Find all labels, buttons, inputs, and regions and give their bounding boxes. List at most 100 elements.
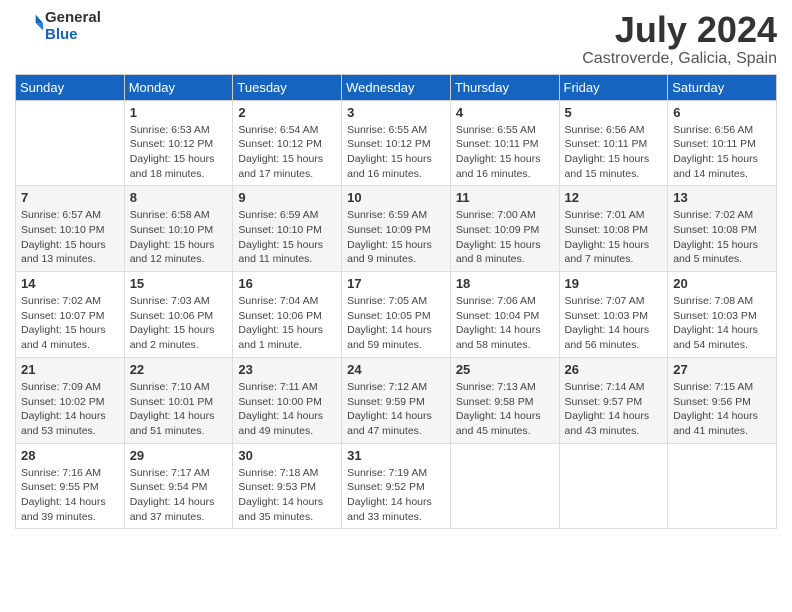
calendar-table: SundayMondayTuesdayWednesdayThursdayFrid… [15,74,777,530]
header-friday: Friday [559,74,668,100]
header-wednesday: Wednesday [342,74,451,100]
calendar-cell: 16 Sunrise: 7:04 AM Sunset: 10:06 PM Dayl… [233,272,342,358]
calendar-cell: 31Sunrise: 7:19 AM Sunset: 9:52 PM Dayli… [342,443,451,529]
day-info: Sunrise: 7:01 AM Sunset: 10:08 PM Daylig… [565,208,663,267]
calendar-row: 21 Sunrise: 7:09 AM Sunset: 10:02 PM Dayl… [16,357,777,443]
calendar-header-row: SundayMondayTuesdayWednesdayThursdayFrid… [16,74,777,100]
title-block: July 2024 Castroverde, Galicia, Spain [582,10,777,68]
page-header: General Blue July 2024 Castroverde, Gali… [15,10,777,68]
calendar-row: 14Sunrise: 7:02 AM Sunset: 10:07 PM Dayl… [16,272,777,358]
calendar-cell [668,443,777,529]
calendar-cell: 28 Sunrise: 7:16 AM Sunset: 9:55 PM Dayli… [16,443,125,529]
day-number: 20 [673,276,771,291]
header-saturday: Saturday [668,74,777,100]
day-number: 6 [673,105,771,120]
day-info: Sunrise: 6:59 AM Sunset: 10:10 PM Daylig… [238,208,336,267]
header-thursday: Thursday [450,74,559,100]
calendar-cell: 11Sunrise: 7:00 AM Sunset: 10:09 PM Dayl… [450,186,559,272]
day-number: 22 [130,362,228,377]
day-number: 10 [347,190,445,205]
day-number: 26 [565,362,663,377]
day-info: Sunrise: 6:53 AM Sunset: 10:12 PM Daylig… [130,123,228,182]
calendar-cell: 26Sunrise: 7:14 AM Sunset: 9:57 PM Dayli… [559,357,668,443]
day-number: 31 [347,448,445,463]
calendar-cell: 10Sunrise: 6:59 AM Sunset: 10:09 PM Dayl… [342,186,451,272]
header-monday: Monday [124,74,233,100]
calendar-cell: 20 Sunrise: 7:08 AM Sunset: 10:03 PM Dayl… [668,272,777,358]
calendar-cell: 23 Sunrise: 7:11 AM Sunset: 10:00 PM Dayl… [233,357,342,443]
calendar-cell: 22 Sunrise: 7:10 AM Sunset: 10:01 PM Dayl… [124,357,233,443]
day-info: Sunrise: 6:58 AM Sunset: 10:10 PM Daylig… [130,208,228,267]
logo-icon [17,10,45,38]
day-info: Sunrise: 7:09 AM Sunset: 10:02 PM Daylig… [21,380,119,439]
calendar-cell: 18 Sunrise: 7:06 AM Sunset: 10:04 PM Dayl… [450,272,559,358]
day-number: 1 [130,105,228,120]
calendar-cell: 17 Sunrise: 7:05 AM Sunset: 10:05 PM Dayl… [342,272,451,358]
calendar-row: 7Sunrise: 6:57 AM Sunset: 10:10 PM Dayli… [16,186,777,272]
day-info: Sunrise: 6:55 AM Sunset: 10:12 PM Daylig… [347,123,445,182]
day-number: 21 [21,362,119,377]
day-info: Sunrise: 7:13 AM Sunset: 9:58 PM Dayligh… [456,380,554,439]
day-info: Sunrise: 7:07 AM Sunset: 10:03 PM Daylig… [565,294,663,353]
calendar-cell: 5Sunrise: 6:56 AM Sunset: 10:11 PM Dayli… [559,100,668,186]
day-info: Sunrise: 6:55 AM Sunset: 10:11 PM Daylig… [456,123,554,182]
day-number: 27 [673,362,771,377]
header-sunday: Sunday [16,74,125,100]
day-info: Sunrise: 7:00 AM Sunset: 10:09 PM Daylig… [456,208,554,267]
day-number: 28 [21,448,119,463]
day-number: 14 [21,276,119,291]
calendar-subtitle: Castroverde, Galicia, Spain [582,50,777,68]
calendar-cell: 4 Sunrise: 6:55 AM Sunset: 10:11 PM Dayli… [450,100,559,186]
day-info: Sunrise: 7:18 AM Sunset: 9:53 PM Dayligh… [238,466,336,525]
day-info: Sunrise: 7:05 AM Sunset: 10:05 PM Daylig… [347,294,445,353]
day-info: Sunrise: 7:08 AM Sunset: 10:03 PM Daylig… [673,294,771,353]
calendar-cell: 3Sunrise: 6:55 AM Sunset: 10:12 PM Dayli… [342,100,451,186]
day-info: Sunrise: 7:17 AM Sunset: 9:54 PM Dayligh… [130,466,228,525]
day-number: 9 [238,190,336,205]
day-number: 16 [238,276,336,291]
calendar-row: 1 Sunrise: 6:53 AM Sunset: 10:12 PM Dayli… [16,100,777,186]
day-info: Sunrise: 7:04 AM Sunset: 10:06 PM Daylig… [238,294,336,353]
day-number: 17 [347,276,445,291]
day-info: Sunrise: 7:15 AM Sunset: 9:56 PM Dayligh… [673,380,771,439]
day-number: 5 [565,105,663,120]
day-number: 29 [130,448,228,463]
day-info: Sunrise: 7:10 AM Sunset: 10:01 PM Daylig… [130,380,228,439]
day-info: Sunrise: 7:12 AM Sunset: 9:59 PM Dayligh… [347,380,445,439]
day-info: Sunrise: 7:03 AM Sunset: 10:06 PM Daylig… [130,294,228,353]
day-number: 12 [565,190,663,205]
calendar-cell: 30Sunrise: 7:18 AM Sunset: 9:53 PM Dayli… [233,443,342,529]
calendar-cell [16,100,125,186]
logo-line1: General [45,10,101,27]
day-info: Sunrise: 6:54 AM Sunset: 10:12 PM Daylig… [238,123,336,182]
day-info: Sunrise: 6:56 AM Sunset: 10:11 PM Daylig… [673,123,771,182]
day-number: 4 [456,105,554,120]
calendar-cell: 12 Sunrise: 7:01 AM Sunset: 10:08 PM Dayl… [559,186,668,272]
calendar-cell: 21 Sunrise: 7:09 AM Sunset: 10:02 PM Dayl… [16,357,125,443]
calendar-cell: 25Sunrise: 7:13 AM Sunset: 9:58 PM Dayli… [450,357,559,443]
calendar-cell [559,443,668,529]
logo: General Blue [15,10,101,43]
calendar-cell [450,443,559,529]
calendar-cell: 15Sunrise: 7:03 AM Sunset: 10:06 PM Dayl… [124,272,233,358]
day-number: 18 [456,276,554,291]
calendar-cell: 29 Sunrise: 7:17 AM Sunset: 9:54 PM Dayli… [124,443,233,529]
day-info: Sunrise: 7:11 AM Sunset: 10:00 PM Daylig… [238,380,336,439]
day-number: 2 [238,105,336,120]
header-tuesday: Tuesday [233,74,342,100]
calendar-cell: 9 Sunrise: 6:59 AM Sunset: 10:10 PM Dayli… [233,186,342,272]
day-number: 24 [347,362,445,377]
calendar-cell: 13Sunrise: 7:02 AM Sunset: 10:08 PM Dayl… [668,186,777,272]
day-number: 23 [238,362,336,377]
day-info: Sunrise: 7:06 AM Sunset: 10:04 PM Daylig… [456,294,554,353]
day-info: Sunrise: 7:16 AM Sunset: 9:55 PM Dayligh… [21,466,119,525]
calendar-cell: 8 Sunrise: 6:58 AM Sunset: 10:10 PM Dayli… [124,186,233,272]
calendar-cell: 24 Sunrise: 7:12 AM Sunset: 9:59 PM Dayli… [342,357,451,443]
calendar-cell: 1 Sunrise: 6:53 AM Sunset: 10:12 PM Dayli… [124,100,233,186]
calendar-cell: 6 Sunrise: 6:56 AM Sunset: 10:11 PM Dayli… [668,100,777,186]
day-number: 8 [130,190,228,205]
day-number: 7 [21,190,119,205]
calendar-title: July 2024 [582,10,777,50]
logo-line2: Blue [45,27,101,44]
calendar-cell: 19Sunrise: 7:07 AM Sunset: 10:03 PM Dayl… [559,272,668,358]
